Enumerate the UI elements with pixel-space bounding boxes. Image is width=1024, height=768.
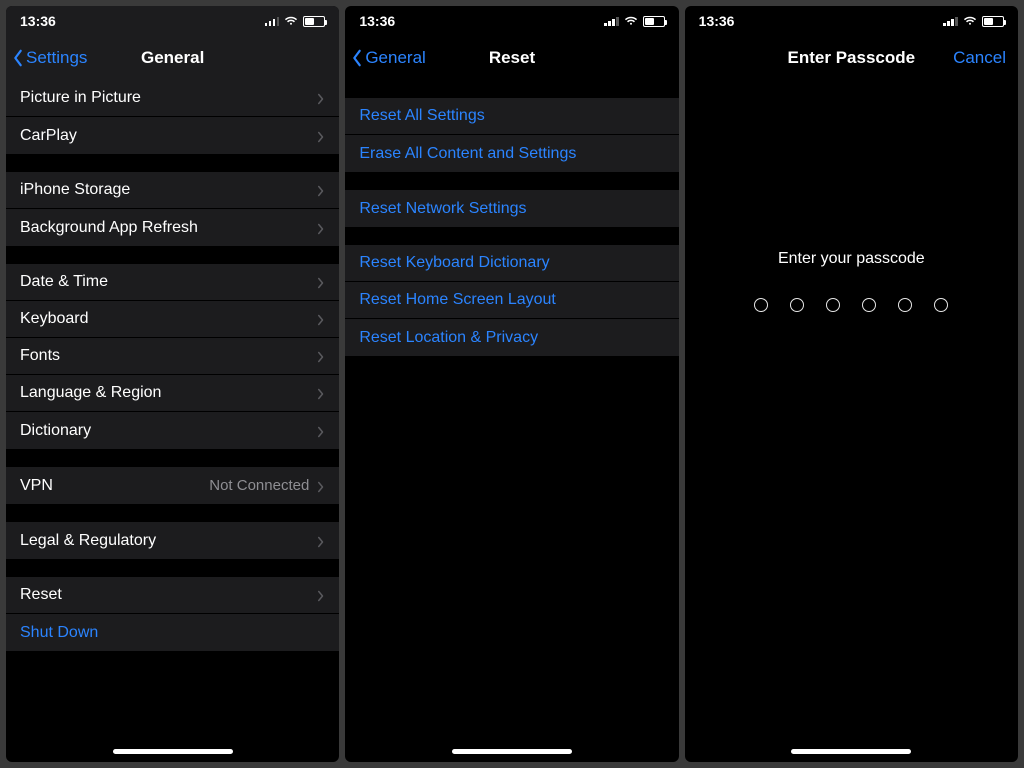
settings-row[interactable]: Legal & Regulatory bbox=[6, 522, 339, 559]
status-bar: 13:36 bbox=[685, 6, 1018, 36]
row-label: Reset bbox=[20, 586, 317, 604]
wifi-icon bbox=[963, 16, 977, 26]
reset-option[interactable]: Reset All Settings bbox=[345, 98, 678, 135]
settings-row[interactable]: Shut Down bbox=[6, 614, 339, 651]
row-label: Background App Refresh bbox=[20, 219, 317, 237]
chevron-right-icon bbox=[317, 276, 325, 288]
status-indicators bbox=[943, 16, 1004, 27]
status-indicators bbox=[604, 16, 665, 27]
row-label: Dictionary bbox=[20, 422, 317, 440]
settings-row[interactable]: Fonts bbox=[6, 338, 339, 375]
passcode-dot bbox=[934, 298, 948, 312]
reset-option[interactable]: Reset Home Screen Layout bbox=[345, 282, 678, 319]
row-label: Reset Location & Privacy bbox=[359, 329, 664, 347]
chevron-right-icon bbox=[317, 425, 325, 437]
chevron-right-icon bbox=[317, 387, 325, 399]
row-label: Legal & Regulatory bbox=[20, 532, 317, 550]
settings-row[interactable]: Picture in Picture bbox=[6, 80, 339, 117]
passcode-dot bbox=[826, 298, 840, 312]
status-bar: 13:36 bbox=[345, 6, 678, 36]
screen-reset: 13:36 General Reset Reset All Settings Er… bbox=[345, 6, 678, 762]
chevron-right-icon bbox=[317, 535, 325, 547]
row-label: Language & Region bbox=[20, 384, 317, 402]
reset-option[interactable]: Reset Keyboard Dictionary bbox=[345, 245, 678, 282]
back-label: General bbox=[365, 48, 425, 68]
wifi-icon bbox=[624, 16, 638, 26]
status-time: 13:36 bbox=[359, 13, 395, 29]
row-label: Picture in Picture bbox=[20, 89, 317, 107]
back-button[interactable]: General bbox=[345, 48, 425, 68]
chevron-right-icon bbox=[317, 350, 325, 362]
settings-row[interactable]: Language & Region bbox=[6, 375, 339, 412]
row-label: Reset Keyboard Dictionary bbox=[359, 254, 664, 272]
row-label: VPN bbox=[20, 477, 209, 495]
row-label: iPhone Storage bbox=[20, 181, 317, 199]
row-label: Shut Down bbox=[20, 624, 325, 642]
nav-bar: General Reset bbox=[345, 36, 678, 80]
wifi-icon bbox=[284, 16, 298, 26]
passcode-dot bbox=[898, 298, 912, 312]
back-label: Settings bbox=[26, 48, 87, 68]
reset-option[interactable]: Reset Location & Privacy bbox=[345, 319, 678, 356]
chevron-right-icon bbox=[317, 589, 325, 601]
status-time: 13:36 bbox=[699, 13, 735, 29]
chevron-right-icon bbox=[317, 92, 325, 104]
screen-general: 13:36 Settings General P bbox=[6, 6, 339, 762]
chevron-right-icon bbox=[317, 222, 325, 234]
row-label: CarPlay bbox=[20, 127, 317, 145]
reset-option[interactable]: Reset Network Settings bbox=[345, 190, 678, 227]
settings-row[interactable]: iPhone Storage bbox=[6, 172, 339, 209]
back-button[interactable]: Settings bbox=[6, 48, 87, 68]
settings-row[interactable]: VPNNot Connected bbox=[6, 467, 339, 504]
status-bar: 13:36 bbox=[6, 6, 339, 36]
cellular-icon bbox=[943, 16, 958, 26]
home-indicator[interactable] bbox=[452, 749, 572, 754]
chevron-left-icon bbox=[351, 49, 363, 67]
settings-row[interactable]: CarPlay bbox=[6, 117, 339, 154]
passcode-prompt: Enter your passcode bbox=[685, 250, 1018, 268]
cellular-icon bbox=[265, 16, 280, 26]
row-label: Reset Network Settings bbox=[359, 200, 664, 218]
cancel-button[interactable]: Cancel bbox=[953, 48, 1006, 68]
passcode-dots[interactable] bbox=[685, 298, 1018, 312]
passcode-area: Enter your passcode bbox=[685, 80, 1018, 312]
passcode-dot bbox=[790, 298, 804, 312]
status-time: 13:36 bbox=[20, 13, 56, 29]
row-detail: Not Connected bbox=[209, 477, 309, 494]
row-label: Reset Home Screen Layout bbox=[359, 291, 664, 309]
chevron-right-icon bbox=[317, 130, 325, 142]
home-indicator[interactable] bbox=[113, 749, 233, 754]
chevron-right-icon bbox=[317, 184, 325, 196]
cellular-icon bbox=[604, 16, 619, 26]
row-label: Erase All Content and Settings bbox=[359, 145, 664, 163]
settings-row[interactable]: Background App Refresh bbox=[6, 209, 339, 246]
passcode-dot bbox=[862, 298, 876, 312]
settings-row[interactable]: Keyboard bbox=[6, 301, 339, 338]
chevron-right-icon bbox=[317, 313, 325, 325]
battery-icon bbox=[303, 16, 325, 27]
row-label: Date & Time bbox=[20, 273, 317, 291]
settings-row[interactable]: Dictionary bbox=[6, 412, 339, 449]
settings-row[interactable]: Reset bbox=[6, 577, 339, 614]
chevron-right-icon bbox=[317, 480, 325, 492]
status-indicators bbox=[265, 16, 326, 27]
row-label: Keyboard bbox=[20, 310, 317, 328]
screen-passcode: 13:36 Enter Passcode Cancel Enter your p… bbox=[685, 6, 1018, 762]
nav-bar: Enter Passcode Cancel bbox=[685, 36, 1018, 80]
passcode-dot bbox=[754, 298, 768, 312]
chevron-left-icon bbox=[12, 49, 24, 67]
reset-option[interactable]: Erase All Content and Settings bbox=[345, 135, 678, 172]
nav-bar: Settings General bbox=[6, 36, 339, 80]
row-label: Fonts bbox=[20, 347, 317, 365]
row-label: Reset All Settings bbox=[359, 107, 664, 125]
battery-icon bbox=[643, 16, 665, 27]
battery-icon bbox=[982, 16, 1004, 27]
home-indicator[interactable] bbox=[791, 749, 911, 754]
settings-row[interactable]: Date & Time bbox=[6, 264, 339, 301]
